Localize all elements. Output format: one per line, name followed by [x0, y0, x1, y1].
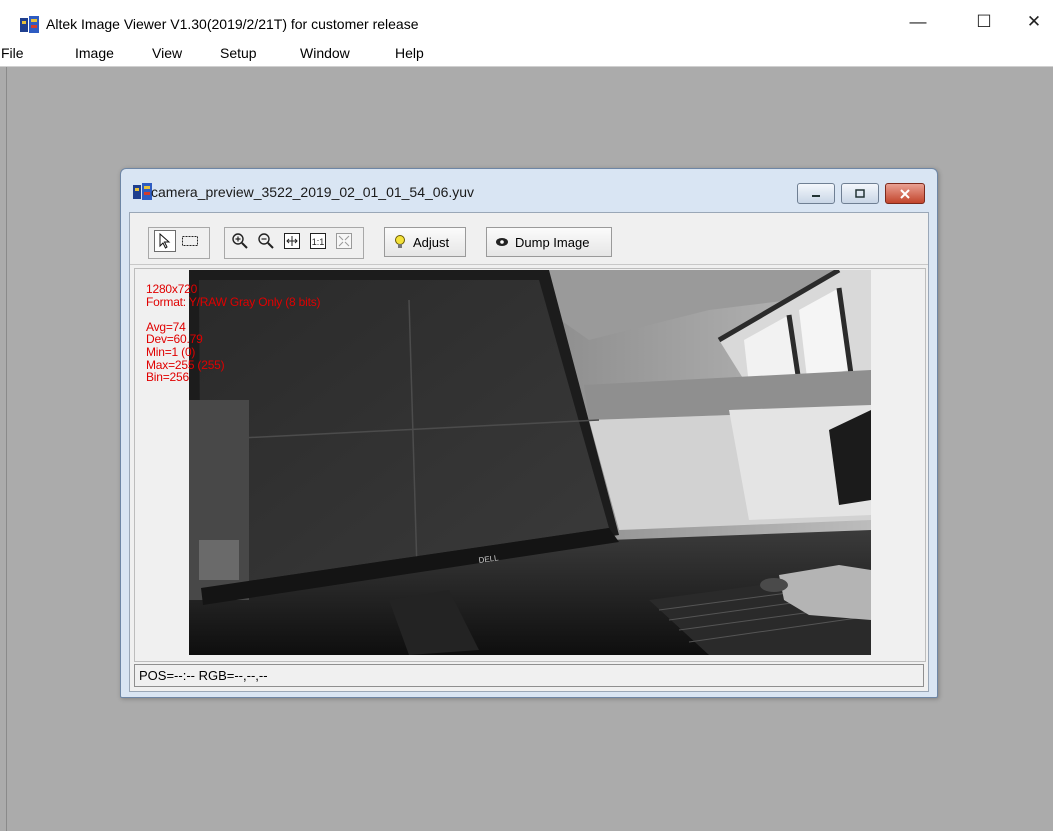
info-format: Format: Y/RAW Gray Only (8 bits) [146, 294, 321, 309]
image-viewport[interactable]: DELL 1280x720 Format: Y/RAW Gray Only (8… [134, 268, 926, 662]
tool-group-zoom: 1:1 [224, 227, 364, 259]
fullscreen-button[interactable] [333, 230, 355, 252]
child-close-button[interactable] [885, 183, 925, 204]
actual-size-icon: 1:1 [310, 233, 326, 249]
zoom-out-button[interactable] [255, 230, 277, 252]
adjust-button[interactable]: Adjust [384, 227, 466, 257]
fit-window-button[interactable] [281, 230, 303, 252]
menubar: File Image View Setup Window Help [0, 42, 1053, 67]
lightbulb-icon [395, 235, 405, 248]
app-titlebar: Altek Image Viewer V1.30(2019/2/21T) for… [0, 0, 1053, 42]
maximize-button[interactable]: ☐ [962, 8, 1006, 36]
image-child-window[interactable]: camera_preview_3522_2019_02_01_01_54_06.… [120, 168, 938, 698]
menu-file[interactable]: File [1, 45, 24, 61]
svg-text:1:1: 1:1 [312, 237, 325, 247]
zoom-in-icon [232, 233, 248, 249]
close-button[interactable]: ✕ [1012, 8, 1053, 36]
actual-size-button[interactable]: 1:1 [307, 230, 329, 252]
child-client-area: 1:1 Adjust Dump Image DELL 1280x720 Form… [129, 212, 929, 692]
minimize-icon: — [909, 12, 927, 31]
pointer-tool-button[interactable] [154, 230, 176, 252]
menu-help[interactable]: Help [395, 45, 424, 61]
zoom-in-button[interactable] [229, 230, 251, 252]
adjust-label: Adjust [413, 234, 450, 250]
child-restore-button[interactable] [841, 183, 879, 204]
zoom-out-icon [258, 233, 274, 249]
minimize-button[interactable]: — [896, 8, 940, 36]
restore-icon [855, 188, 865, 198]
fit-window-icon [284, 233, 300, 249]
menu-setup[interactable]: Setup [220, 45, 257, 61]
child-minimize-button[interactable] [797, 183, 835, 204]
minimize-icon [812, 194, 820, 197]
maximize-icon: ☐ [976, 12, 992, 31]
dump-image-button[interactable]: Dump Image [486, 227, 612, 257]
image-toolbar: 1:1 Adjust Dump Image [130, 213, 928, 265]
toolbar-divider [130, 264, 928, 265]
menu-view[interactable]: View [152, 45, 182, 61]
menu-window[interactable]: Window [300, 45, 350, 61]
app-title: Altek Image Viewer V1.30(2019/2/21T) for… [46, 16, 419, 32]
status-pos-rgb: POS=--:-- RGB=--,--,-- [139, 668, 268, 683]
image-info-overlay: 1280x720 Format: Y/RAW Gray Only (8 bits… [146, 283, 321, 385]
close-icon [900, 188, 910, 199]
fullscreen-icon [336, 233, 352, 249]
info-bin: Bin=256 [146, 370, 189, 385]
tool-group-selection [148, 227, 210, 259]
select-rect-tool-button[interactable] [179, 230, 201, 252]
eye-icon [496, 238, 508, 246]
status-bar: POS=--:-- RGB=--,--,-- [134, 664, 924, 687]
pointer-icon [159, 233, 171, 249]
close-icon: ✕ [1026, 12, 1042, 31]
altek-app-icon [20, 16, 39, 33]
altek-app-icon [133, 183, 152, 200]
menu-image[interactable]: Image [75, 45, 114, 61]
child-window-title: camera_preview_3522_2019_02_01_01_54_06.… [151, 184, 475, 200]
select-rect-icon [182, 236, 198, 246]
dump-image-label: Dump Image [515, 234, 590, 250]
